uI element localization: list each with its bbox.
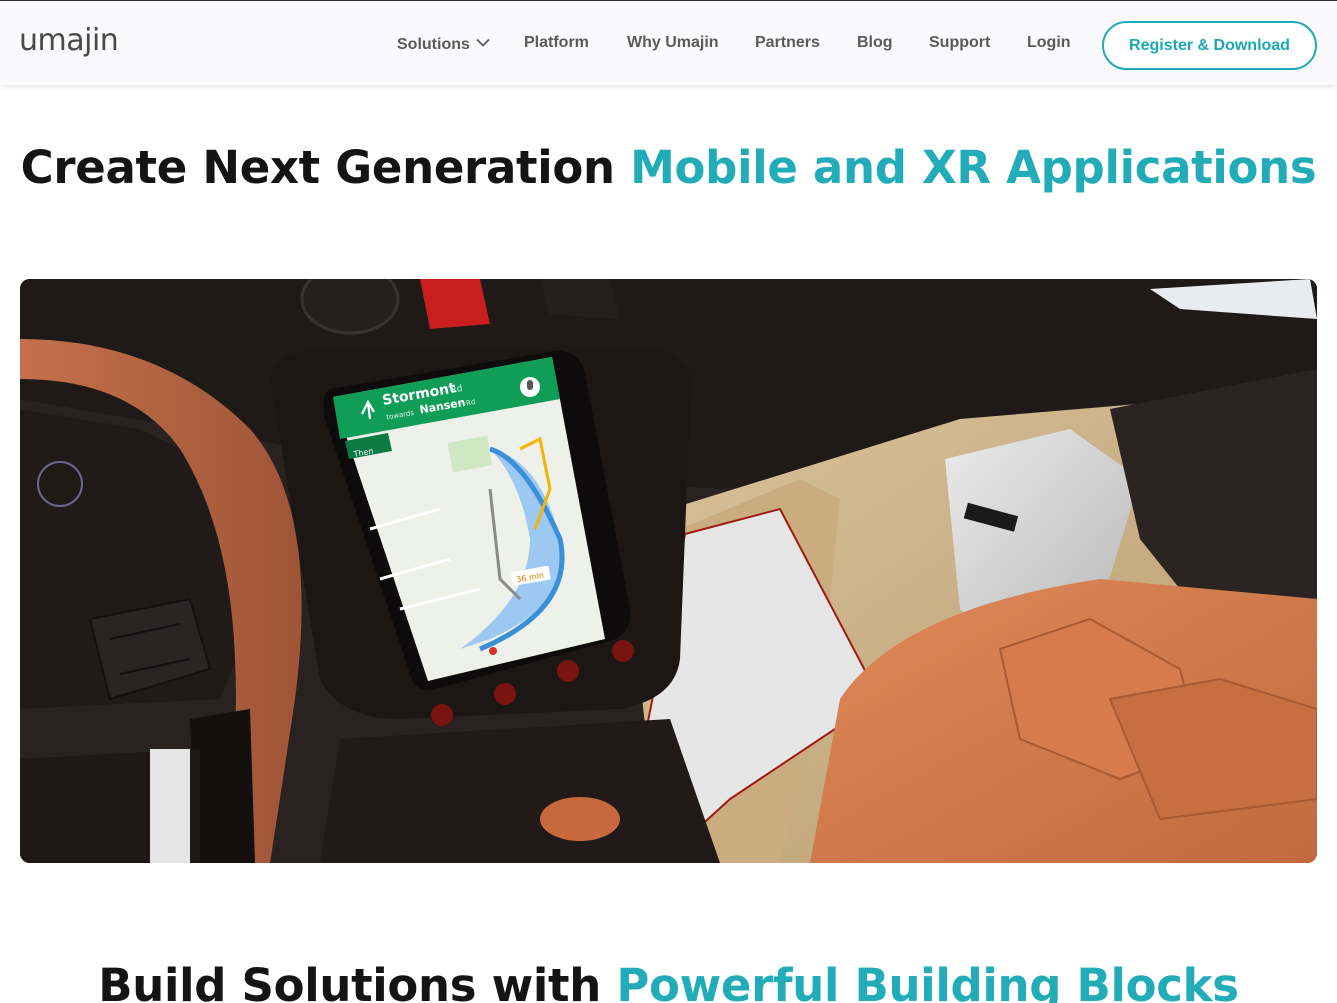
map-towards-suffix: Rd [465, 398, 476, 407]
nav-blog[interactable]: Blog [857, 33, 893, 53]
nav-login[interactable]: Login [1027, 33, 1071, 53]
hero-title-accent: Mobile and XR Applications [630, 141, 1317, 194]
nav-why-umajin[interactable]: Why Umajin [627, 33, 719, 53]
nav-support[interactable]: Support [929, 33, 990, 53]
car-interior-illustration: Stormont Rd towards Nansen Rd Then 36 mi… [20, 279, 1317, 863]
section-title-accent: Powerful Building Blocks [616, 959, 1239, 1003]
map-street-suffix: Rd [450, 384, 464, 396]
nav-partners[interactable]: Partners [755, 33, 820, 53]
nav-solutions-label: Solutions [397, 36, 470, 53]
nav-platform[interactable]: Platform [524, 33, 589, 53]
section-title-building-blocks: Build Solutions with Powerful Building B… [0, 958, 1337, 1003]
section-title-plain: Build Solutions with [98, 959, 617, 1003]
chevron-down-icon [476, 33, 490, 53]
hero-title-plain: Create Next Generation [20, 141, 631, 194]
hero-title: Create Next Generation Mobile and XR App… [0, 140, 1337, 196]
hero-video[interactable]: Stormont Rd towards Nansen Rd Then 36 mi… [20, 279, 1317, 863]
nav-solutions[interactable]: Solutions [397, 33, 490, 55]
register-download-button[interactable]: Register & Download [1102, 21, 1317, 70]
site-header: umajin Solutions Platform Why Umajin Par… [0, 0, 1337, 85]
